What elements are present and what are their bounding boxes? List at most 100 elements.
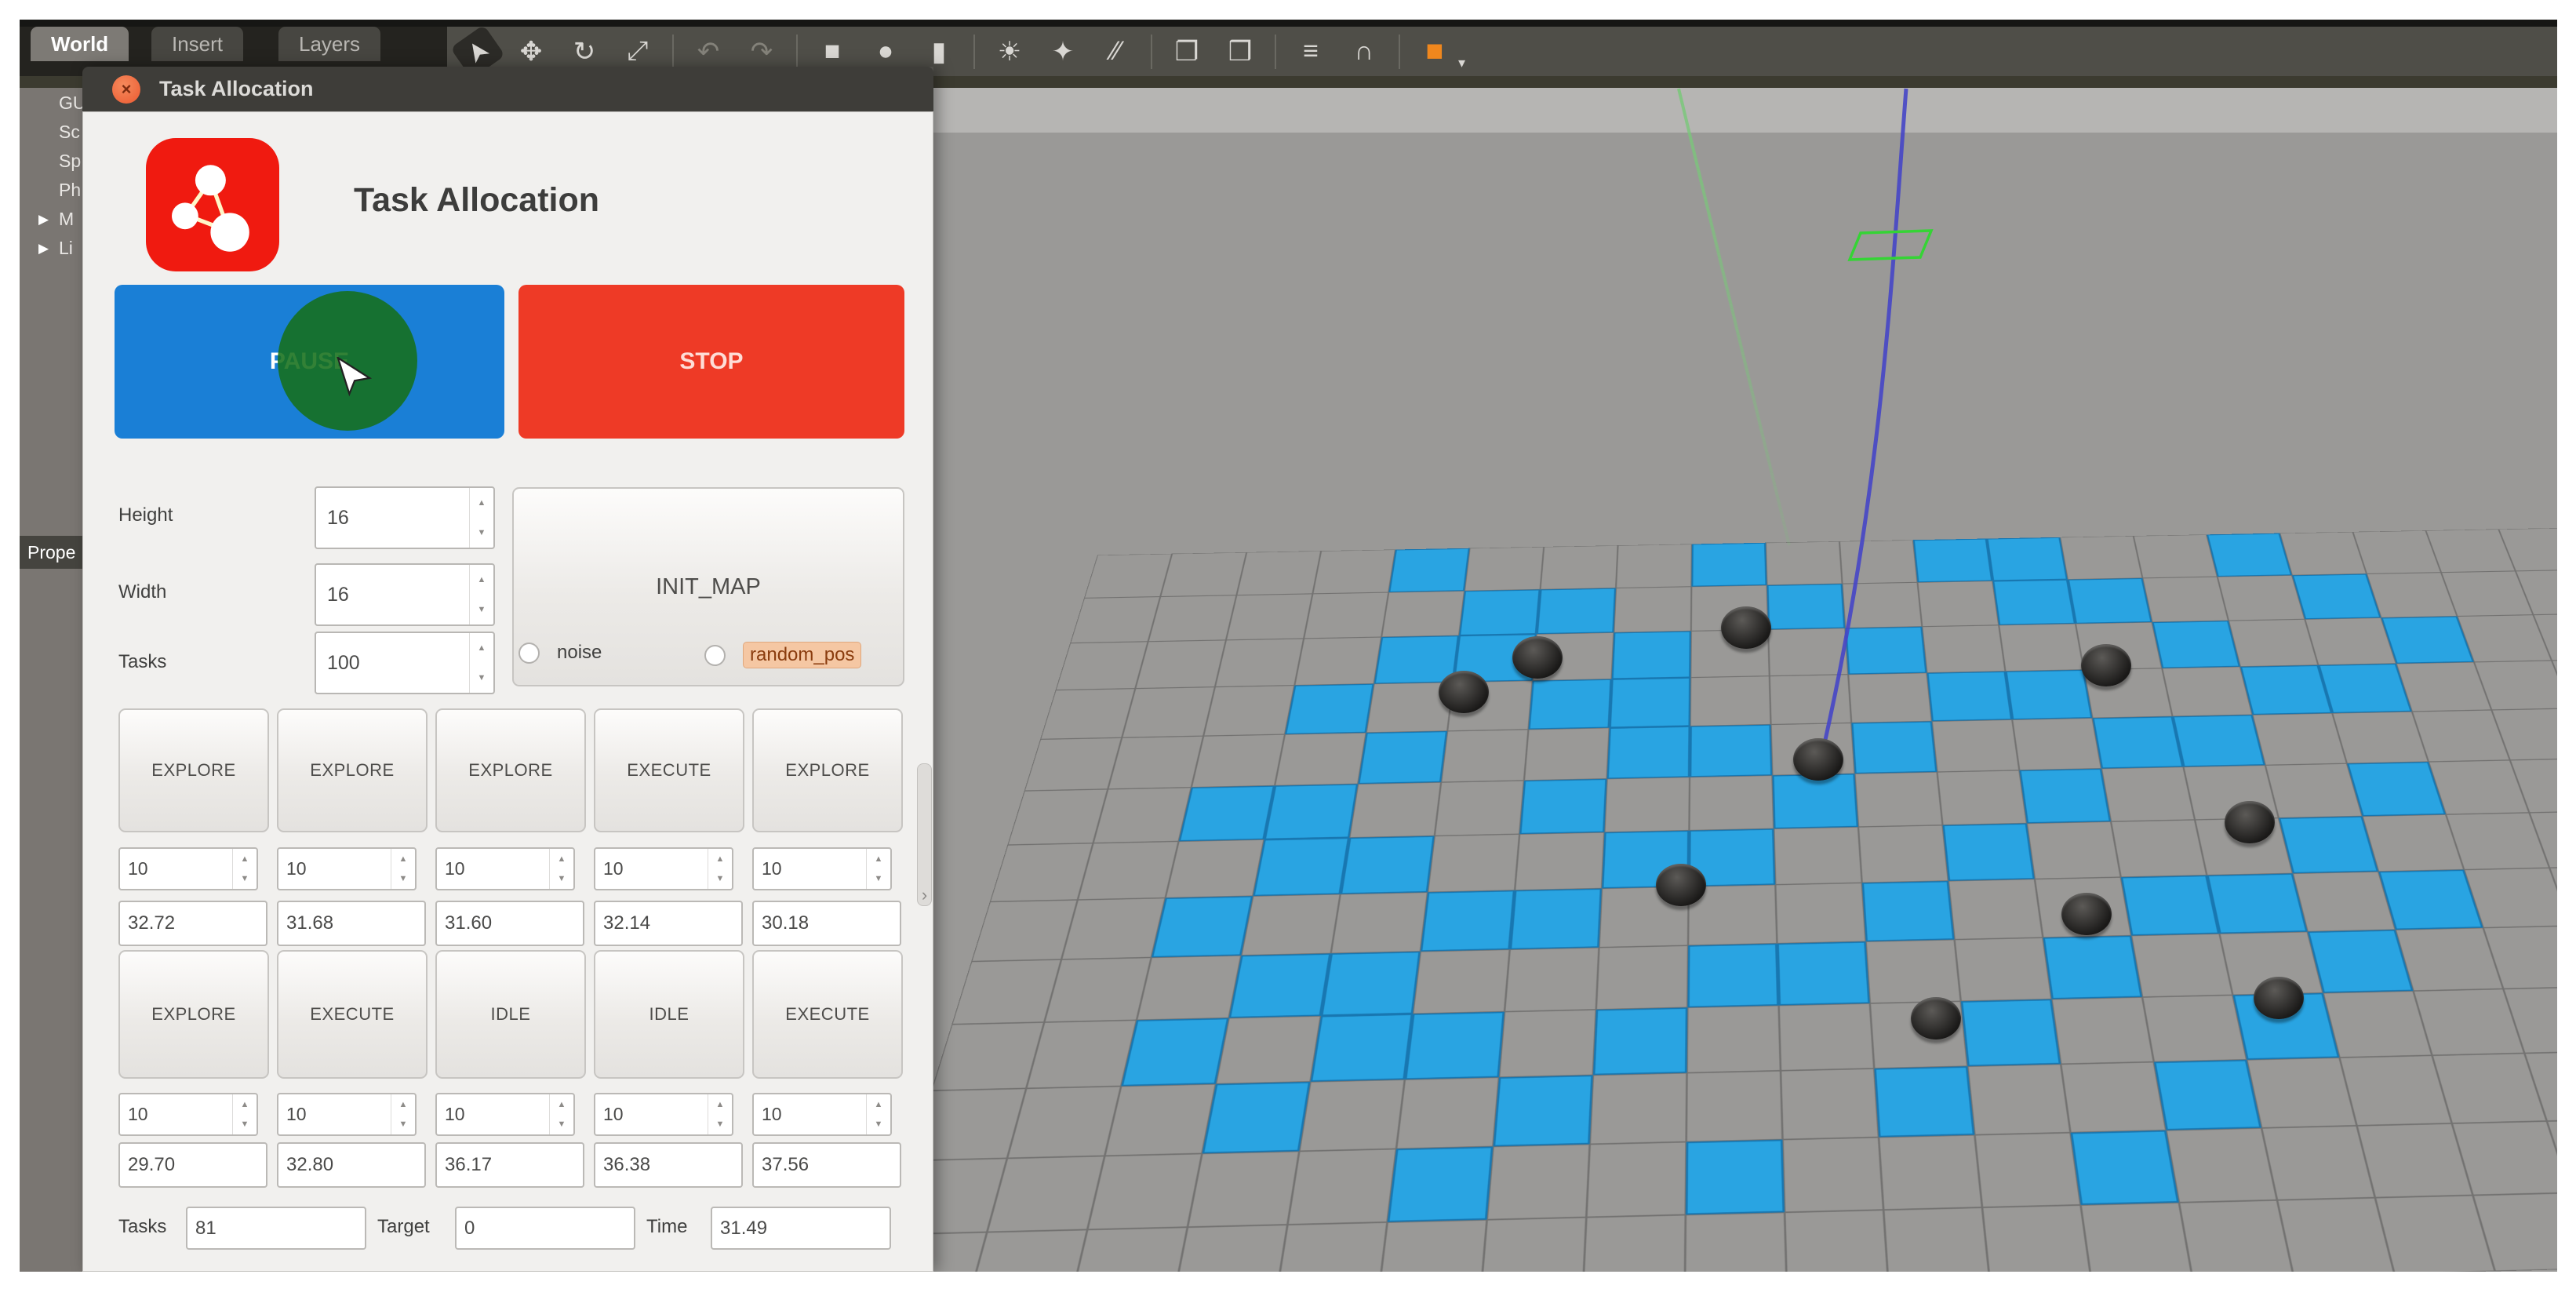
tab-world[interactable]: World	[31, 27, 129, 61]
stop-button[interactable]: STOP	[518, 285, 904, 439]
dialog-titlebar[interactable]: × Task Allocation	[82, 67, 933, 111]
task-tile	[1264, 784, 1359, 839]
ground-plane[interactable]	[862, 528, 2557, 1272]
paste-icon[interactable]: ❒	[1221, 31, 1259, 72]
box-shape-icon[interactable]: ■	[813, 31, 851, 72]
robot-state-button[interactable]: IDLE	[594, 950, 744, 1079]
chevron-down-icon[interactable]: ▾	[1458, 55, 1465, 76]
spinner-arrows-icon[interactable]: ▲▼	[866, 1094, 890, 1134]
robot-model[interactable]	[1512, 636, 1563, 679]
spinner-arrows-icon[interactable]: ▲▼	[232, 849, 257, 889]
directional-light-icon[interactable]: ⁄⁄	[1097, 31, 1135, 72]
spinner-arrows-icon[interactable]: ▲▼	[708, 1094, 732, 1134]
robot-count-spinner[interactable]: 10▲▼	[752, 847, 892, 890]
random-pos-radio[interactable]	[704, 645, 726, 666]
align-icon[interactable]: ≡	[1292, 31, 1330, 72]
spinner-arrows-icon[interactable]: ▲▼	[469, 565, 493, 624]
robot-model[interactable]	[1793, 738, 1843, 781]
robot-count-spinner[interactable]: 10▲▼	[118, 847, 258, 890]
spinner-arrows-icon[interactable]: ▲▼	[391, 1094, 415, 1134]
spinner-arrows-icon[interactable]: ▲▼	[549, 849, 573, 889]
tab-insert[interactable]: Insert	[151, 27, 243, 61]
spot-light-icon[interactable]: ✦	[1044, 31, 1082, 72]
grid-cell	[1839, 540, 1917, 584]
stat-tasks-field[interactable]: 81	[186, 1207, 366, 1250]
point-light-icon[interactable]: ☀	[991, 31, 1028, 72]
robot-value-field[interactable]: 29.70	[118, 1142, 267, 1188]
robot-count-spinner[interactable]: 10▲▼	[118, 1093, 258, 1136]
robot-value-field[interactable]: 32.80	[277, 1142, 426, 1188]
robot-model[interactable]	[1911, 997, 1961, 1039]
robot-value-field[interactable]: 36.17	[435, 1142, 584, 1188]
robot-state-button[interactable]: EXPLORE	[435, 708, 586, 832]
robot-state-button[interactable]: EXECUTE	[752, 950, 903, 1079]
cylinder-shape-icon[interactable]: ▮	[920, 31, 958, 72]
robot-state-button[interactable]: EXPLORE	[118, 950, 269, 1079]
sphere-shape-icon[interactable]: ●	[867, 31, 904, 72]
undo-icon[interactable]: ↶	[689, 31, 727, 72]
grid-cell	[2305, 617, 2396, 664]
robot-model[interactable]	[2061, 893, 2112, 935]
random-pos-option[interactable]: random_pos	[704, 642, 861, 668]
scale-tool-icon[interactable]: ⤢	[619, 31, 657, 72]
robot-value-field[interactable]: 37.56	[752, 1142, 901, 1188]
robot-state-button[interactable]: IDLE	[435, 950, 586, 1079]
expand-arrow-icon[interactable]: ▶	[38, 212, 49, 228]
robot-state-button[interactable]: EXPLORE	[752, 708, 903, 832]
robot-model[interactable]	[2225, 801, 2275, 843]
robot-count-spinner[interactable]: 10▲▼	[594, 1093, 733, 1136]
scroll-expander[interactable]: ›	[917, 763, 932, 906]
noise-radio[interactable]	[518, 643, 540, 664]
robot-count-spinner[interactable]: 10▲▼	[435, 1093, 575, 1136]
robot-model[interactable]	[1721, 606, 1771, 649]
robot-model[interactable]	[1656, 864, 1706, 906]
spinner-arrows-icon[interactable]: ▲▼	[469, 633, 493, 693]
expand-arrow-icon[interactable]: ▶	[38, 241, 49, 257]
grid-cell	[1524, 728, 1610, 781]
spinner-arrows-icon[interactable]: ▲▼	[469, 488, 493, 548]
robot-state-button[interactable]: EXPLORE	[277, 708, 428, 832]
spinner-arrows-icon[interactable]: ▲▼	[866, 849, 890, 889]
robot-count-spinner[interactable]: 10▲▼	[277, 1093, 417, 1136]
robot-value-field[interactable]: 36.38	[594, 1142, 743, 1188]
pause-button[interactable]: PAUSE	[115, 285, 504, 439]
stat-tasks-label: Tasks	[118, 1216, 166, 1238]
grid-cell	[1275, 1222, 1388, 1272]
close-icon[interactable]: ×	[112, 75, 140, 104]
rotate-tool-icon[interactable]: ↻	[566, 31, 603, 72]
translate-tool-icon[interactable]: ✥	[512, 31, 550, 72]
noise-option[interactable]: noise	[518, 642, 602, 664]
robot-model[interactable]	[1439, 671, 1489, 713]
width-spinner[interactable]: 16 ▲▼	[315, 563, 495, 626]
redo-icon[interactable]: ↷	[743, 31, 780, 72]
tab-layers[interactable]: Layers	[278, 27, 380, 61]
spinner-arrows-icon[interactable]: ▲▼	[549, 1094, 573, 1134]
stat-target-field[interactable]: 0	[455, 1207, 635, 1250]
robot-value-field[interactable]: 31.68	[277, 901, 426, 946]
robot-count-spinner[interactable]: 10▲▼	[277, 847, 417, 890]
snap-icon[interactable]: ∩	[1345, 31, 1383, 72]
robot-count-spinner[interactable]: 10▲▼	[435, 847, 575, 890]
task-tile	[1519, 779, 1606, 834]
tasks-spinner[interactable]: 100 ▲▼	[315, 632, 495, 694]
robot-state-button[interactable]: EXECUTE	[594, 708, 744, 832]
robot-state-button[interactable]: EXPLORE	[118, 708, 269, 832]
robot-count-spinner[interactable]: 10▲▼	[752, 1093, 892, 1136]
spinner-arrows-icon[interactable]: ▲▼	[232, 1094, 257, 1134]
copy-icon[interactable]: ❐	[1168, 31, 1206, 72]
robot-model[interactable]	[2254, 977, 2304, 1019]
robot-model[interactable]	[2081, 644, 2131, 686]
robot-count-spinner[interactable]: 10▲▼	[594, 847, 733, 890]
grid-cell	[1331, 892, 1428, 953]
robot-value-field[interactable]: 32.14	[594, 901, 743, 946]
robot-value-field[interactable]: 31.60	[435, 901, 584, 946]
grid-cell	[990, 843, 1093, 902]
height-spinner[interactable]: 16 ▲▼	[315, 486, 495, 549]
robot-value-field[interactable]: 32.72	[118, 901, 267, 946]
stat-time-field[interactable]: 31.49	[711, 1207, 891, 1250]
spinner-arrows-icon[interactable]: ▲▼	[391, 849, 415, 889]
robot-value-field[interactable]: 30.18	[752, 901, 901, 946]
robot-state-button[interactable]: EXECUTE	[277, 950, 428, 1079]
spinner-arrows-icon[interactable]: ▲▼	[708, 849, 732, 889]
view-angle-icon[interactable]: ■	[1416, 31, 1454, 72]
